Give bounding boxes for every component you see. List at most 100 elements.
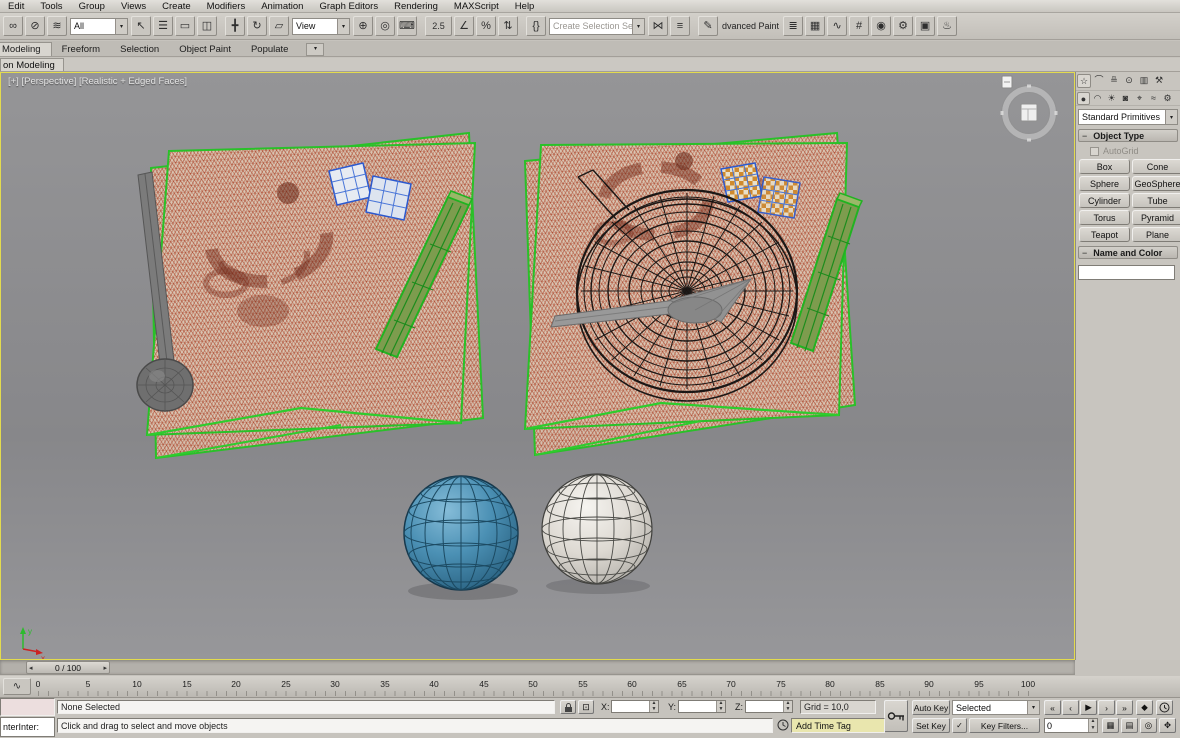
menu-item-help[interactable]: Help [507, 1, 543, 12]
torus-button[interactable]: Torus [1079, 210, 1130, 225]
menu-item-graph-editors[interactable]: Graph Editors [311, 1, 386, 12]
viewport-label[interactable]: [+] [Perspective] [Realistic + Edged Fac… [8, 76, 187, 87]
isolate-selection-button[interactable]: ◎ [1140, 718, 1157, 733]
time-slider-track[interactable]: ◂ 0 / 100 ▸ [0, 660, 1075, 675]
left-napkin-object[interactable] [145, 131, 485, 460]
curve-editor-button[interactable]: ∿ [827, 16, 848, 36]
viewcube[interactable] [1000, 84, 1058, 142]
category-helpers[interactable]: ⌖ [1133, 92, 1146, 105]
select-by-name-button[interactable]: ☰ [153, 16, 173, 36]
ribbon-tab-object-paint[interactable]: Object Paint [169, 43, 241, 56]
selection-lock-button[interactable] [560, 700, 576, 714]
pan-mode-button[interactable]: ✥ [1159, 718, 1176, 733]
time-configuration-button[interactable] [1156, 700, 1173, 715]
tab-hierarchy[interactable]: ≞ [1107, 74, 1121, 88]
render-setup-button[interactable]: ⚙ [893, 16, 914, 36]
cylinder-button[interactable]: Cylinder [1079, 193, 1130, 208]
frame-spinner[interactable]: ▲ ▼ [1088, 719, 1097, 732]
white-sphere-object[interactable] [541, 473, 653, 594]
auto-key-button[interactable]: Auto Key [912, 700, 950, 715]
named-selection-sets-dropdown[interactable]: Create Selection Se [549, 17, 645, 35]
selection-region-button[interactable]: ▭ [175, 16, 195, 36]
frame-forward-arrow[interactable]: ▸ [103, 664, 107, 672]
angle-snap-button[interactable]: ∠ [454, 16, 474, 36]
name-color-rollout[interactable]: − Name and Color [1078, 246, 1178, 259]
align-button[interactable]: ≡ [670, 16, 690, 36]
percent-snap-button[interactable]: % [476, 16, 496, 36]
category-cameras[interactable]: ◙ [1119, 92, 1132, 105]
tab-create[interactable]: ☆ [1077, 74, 1091, 88]
go-to-end-button[interactable]: » [1116, 700, 1133, 715]
autogrid-checkbox[interactable] [1090, 146, 1099, 156]
go-to-start-button[interactable]: « [1044, 700, 1061, 715]
render-production-button[interactable]: ♨ [937, 16, 958, 36]
mirror-button[interactable]: ⋈ [648, 16, 668, 36]
perspective-viewport[interactable]: y x [+] [Perspective] [Realistic + Edged… [0, 72, 1075, 660]
menu-item-tools[interactable]: Tools [32, 1, 70, 12]
select-and-scale-button[interactable]: ▱ [269, 16, 289, 36]
menu-item-animation[interactable]: Animation [253, 1, 311, 12]
add-time-tag-field[interactable]: Add Time Tag [791, 718, 885, 733]
key-filters-button[interactable]: Key Filters... [969, 718, 1040, 733]
spinner-snap-button[interactable]: ⇅ [498, 16, 518, 36]
selection-filter-dropdown[interactable]: All [70, 17, 128, 35]
snaps-toggle-button[interactable]: 2.5 [425, 16, 452, 36]
absolute-offset-toggle[interactable]: ⊡ [578, 700, 594, 714]
tab-motion[interactable]: ⊙ [1122, 74, 1136, 88]
track-bar[interactable]: ∿ 0 5 10 15 20 25 30 35 40 45 50 55 60 6… [0, 676, 1180, 698]
menu-item-group[interactable]: Group [71, 1, 113, 12]
y-coord-input[interactable] [679, 701, 716, 712]
select-and-link-button[interactable]: ∞ [3, 16, 23, 36]
manage-layers-button[interactable]: ≣ [783, 16, 804, 36]
unlink-selection-button[interactable]: ⊘ [25, 16, 45, 36]
macro-recorder-field[interactable] [0, 698, 55, 716]
maxscript-listener-field[interactable]: nterInter: [0, 717, 55, 737]
x-spinner[interactable]: ▲ ▼ [649, 701, 658, 712]
ribbon-panel-polygon-modeling[interactable]: on Modeling [0, 58, 64, 71]
select-and-rotate-button[interactable]: ↻ [247, 16, 267, 36]
set-key-button[interactable]: Set Key [912, 718, 950, 733]
time-slider-grip[interactable]: ◂ 0 / 100 ▸ [26, 661, 110, 674]
current-frame-input[interactable] [1045, 719, 1088, 732]
object-name-field[interactable] [1078, 264, 1175, 280]
select-and-manipulate-button[interactable]: ◎ [375, 16, 395, 36]
previous-frame-button[interactable]: ‹ [1062, 700, 1079, 715]
menu-item-rendering[interactable]: Rendering [386, 1, 446, 12]
next-frame-button[interactable]: › [1098, 700, 1115, 715]
select-object-button[interactable]: ↖ [131, 16, 151, 36]
category-systems[interactable]: ⚙ [1161, 92, 1174, 105]
y-spinner[interactable]: ▲ ▼ [716, 701, 725, 712]
window-crossing-button[interactable]: ◫ [197, 16, 217, 36]
geosphere-button[interactable]: GeoSphere [1132, 176, 1180, 191]
reference-coordinate-dropdown[interactable]: View [292, 17, 350, 35]
edit-named-selection-sets-button[interactable]: {} [526, 16, 546, 36]
key-mode-toggle-button[interactable]: ◆ [1136, 700, 1153, 715]
pyramid-button[interactable]: Pyramid [1132, 210, 1180, 225]
tube-button[interactable]: Tube [1132, 193, 1180, 208]
tab-utilities[interactable]: ⚒ [1152, 74, 1166, 88]
selection-set-dropdown[interactable]: Selected [952, 700, 1040, 715]
bind-space-warp-button[interactable]: ≋ [47, 16, 67, 36]
graphite-ribbon-button[interactable]: ▦ [805, 16, 826, 36]
plane-button[interactable]: Plane [1132, 227, 1180, 242]
z-spinner[interactable]: ▲ ▼ [783, 701, 792, 712]
rendered-frame-button[interactable]: ▣ [915, 16, 936, 36]
menu-item-modifiers[interactable]: Modifiers [199, 1, 254, 12]
use-pivot-center-button[interactable]: ⊕ [353, 16, 373, 36]
category-shapes[interactable]: ◠ [1091, 92, 1104, 105]
menu-item-maxscript[interactable]: MAXScript [446, 1, 507, 12]
set-keys-button[interactable] [884, 700, 908, 732]
category-geometry[interactable]: ● [1077, 91, 1090, 105]
cone-button[interactable]: Cone [1132, 159, 1180, 174]
viewcube-home-icon[interactable] [1001, 75, 1013, 89]
menu-item-views[interactable]: Views [113, 1, 154, 12]
tab-display[interactable]: ▥ [1137, 74, 1151, 88]
ribbon-tab-selection[interactable]: Selection [110, 43, 169, 56]
mini-curve-editor-button[interactable]: ∿ [3, 678, 31, 695]
menu-item-create[interactable]: Create [154, 1, 199, 12]
category-space-warps[interactable]: ≈ [1147, 92, 1160, 105]
teapot-button[interactable]: Teapot [1079, 227, 1130, 242]
ribbon-tab-populate[interactable]: Populate [241, 43, 299, 56]
tab-modify[interactable]: ⌒ [1092, 74, 1106, 88]
select-and-move-button[interactable]: ╋ [225, 16, 245, 36]
